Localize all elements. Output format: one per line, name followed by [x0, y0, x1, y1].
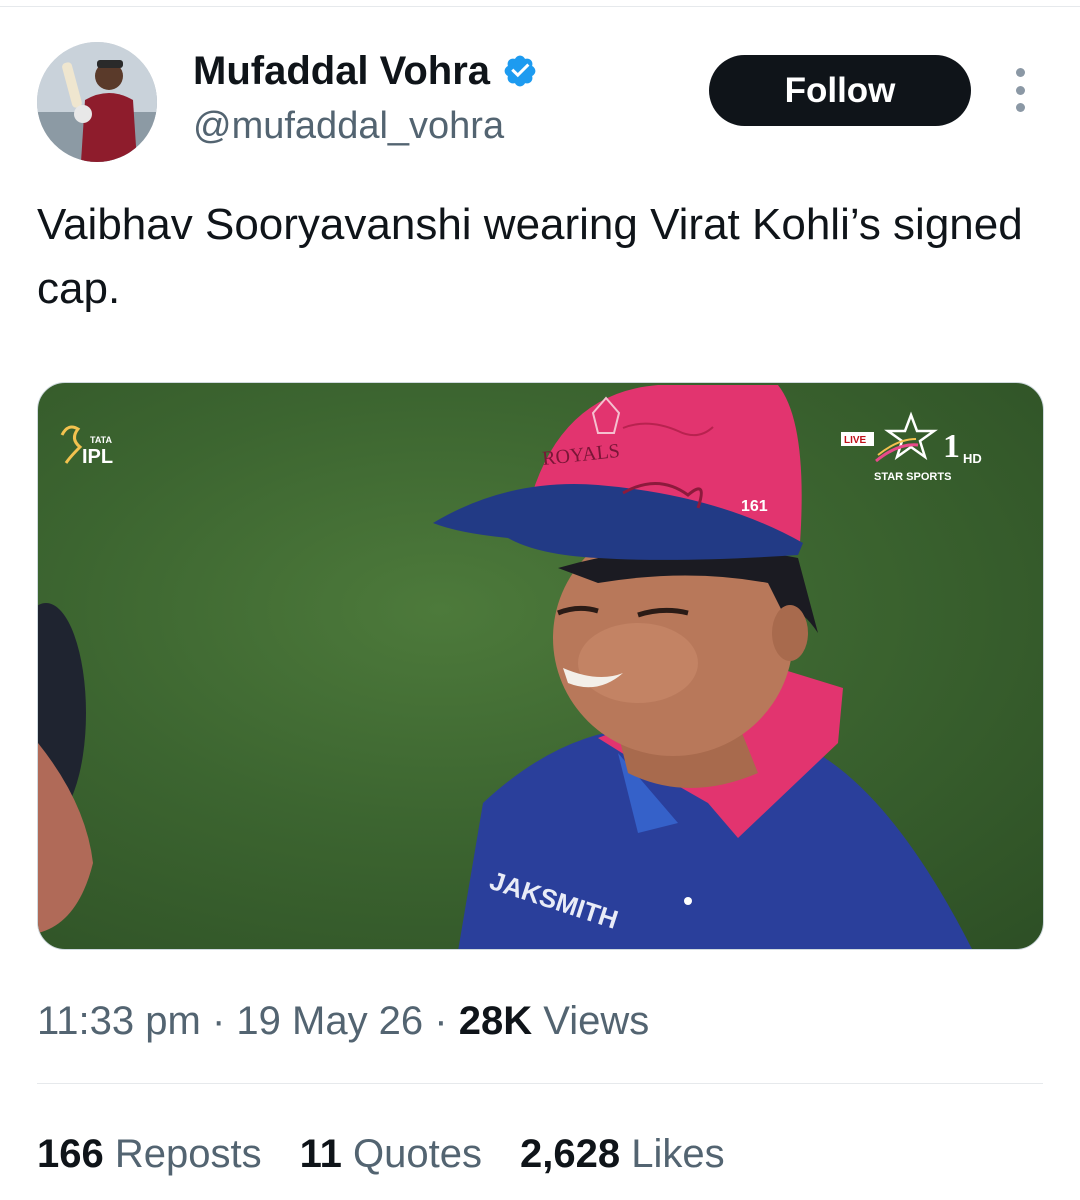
- tweet-time[interactable]: 11:33 pm: [37, 999, 201, 1043]
- ear: [772, 605, 808, 661]
- author-name-row[interactable]: Mufaddal Vohra: [193, 47, 538, 95]
- more-dot: [1015, 103, 1025, 112]
- media-illustration: ROYALS 161 JAKSMITH TATA IPL LIVE 1 HD S…: [38, 385, 982, 949]
- likes-stat[interactable]: 2,628 Likes: [520, 1128, 725, 1180]
- likes-count: 2,628: [520, 1132, 621, 1176]
- likes-label: Likes: [631, 1132, 725, 1176]
- jersey-dot: [684, 897, 692, 905]
- views-count: 28K: [458, 999, 533, 1043]
- meta-separator: ·: [211, 999, 226, 1043]
- tweet-media-image[interactable]: ROYALS 161 JAKSMITH TATA IPL LIVE 1 HD S…: [37, 382, 1044, 950]
- channel-number: 1: [943, 428, 960, 465]
- cap-number: 161: [741, 498, 768, 515]
- verified-badge-icon: [504, 55, 536, 87]
- tweet-text: Vaibhav Sooryavanshi wearing Virat Kohli…: [37, 200, 1023, 313]
- more-options-icon[interactable]: [1008, 68, 1032, 112]
- profile-photo: [37, 42, 157, 162]
- stats-divider: [37, 1083, 1043, 1084]
- channel-name: STAR SPORTS: [874, 471, 951, 483]
- quotes-stat[interactable]: 11 Quotes: [300, 1128, 482, 1180]
- meta-separator: ·: [434, 999, 448, 1043]
- quotes-label: Quotes: [353, 1132, 483, 1176]
- author-avatar[interactable]: [37, 42, 157, 162]
- views-label: Views: [543, 999, 650, 1043]
- engagement-stats: 166 Reposts 11 Quotes 2,628 Likes: [37, 1128, 763, 1180]
- live-badge: LIVE: [844, 435, 867, 446]
- more-dot: [1015, 85, 1025, 95]
- top-divider: [0, 6, 1080, 7]
- ipl-text: IPL: [82, 446, 113, 468]
- cheek: [578, 623, 698, 703]
- reposts-stat[interactable]: 166 Reposts: [37, 1128, 262, 1180]
- reposts-label: Reposts: [114, 1132, 262, 1176]
- author-handle[interactable]: @mufaddal_vohra: [193, 103, 504, 149]
- reposts-count: 166: [37, 1132, 104, 1176]
- quotes-count: 11: [299, 1132, 342, 1176]
- tweet-meta: 11:33 pm · 19 May 26 · 28K Views: [37, 995, 649, 1047]
- follow-button[interactable]: Follow: [709, 55, 971, 126]
- ipl-logo: TATA IPL: [60, 425, 113, 468]
- ipl-tata-text: TATA: [90, 435, 112, 445]
- star-sports-logo: LIVE 1 HD STAR SPORTS: [841, 411, 982, 483]
- channel-hd: HD: [963, 451, 982, 466]
- more-dot: [1015, 68, 1025, 77]
- author-display-name[interactable]: Mufaddal Vohra: [193, 47, 490, 95]
- tweet-date[interactable]: 19 May 26: [236, 999, 423, 1043]
